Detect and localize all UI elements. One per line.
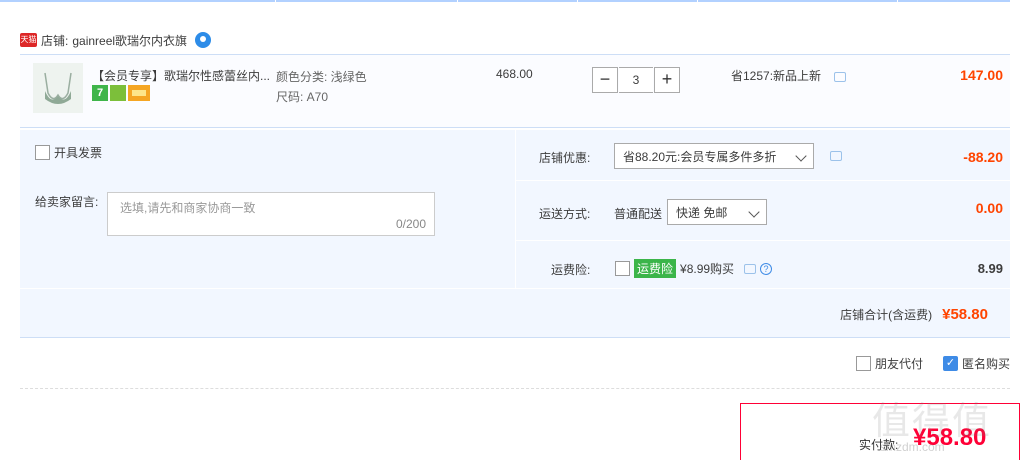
product-thumbnail[interactable] <box>33 63 83 113</box>
shop-total-row: 店铺合计(含运费) ¥58.80 <box>840 306 988 323</box>
shop-name-link[interactable]: gainreel歌瑞尔内衣旗 <box>72 32 187 49</box>
top-border <box>0 0 1010 2</box>
seller-message-field[interactable]: 选填,请先和商家协商一致 0/200 <box>107 192 435 236</box>
qty-plus-button[interactable]: + <box>654 67 680 93</box>
column-divider <box>275 0 276 2</box>
qty-minus-button[interactable]: − <box>592 67 618 93</box>
watermark: 值得值 <box>872 401 993 443</box>
cart-item-row: 【会员专享】歌瑞尔性感蕾丝内... 7 颜色分类: 浅绿色 尺码: A70 46… <box>20 54 1010 128</box>
panel-divider <box>515 180 1010 181</box>
item-promotion: 省1257:新品上新 <box>731 69 822 83</box>
shop-prefix: 店铺: <box>41 33 69 48</box>
panel-divider <box>515 240 1010 241</box>
divider <box>20 388 1010 389</box>
shipping-label: 运送方式: <box>539 207 591 221</box>
column-divider <box>897 0 898 2</box>
insurance-amount: 8.99 <box>977 261 1003 276</box>
sku-color: 颜色分类: 浅绿色 <box>276 70 367 84</box>
discount-value: 省88.20元:会员专属多件多折 <box>623 149 777 164</box>
column-divider <box>577 0 578 2</box>
panel-divider <box>515 130 516 288</box>
invoice-option[interactable]: 开具发票 <box>35 144 102 161</box>
shipping-select[interactable]: 快递 免邮 <box>667 199 767 225</box>
shipping-select-value: 快递 免邮 <box>676 205 728 220</box>
insurance-label: 运费险: <box>551 263 591 277</box>
tmall-icon: 天猫 <box>20 33 37 47</box>
anonymous-label: 匿名购买 <box>961 357 1010 371</box>
message-placeholder: 选填,请先和商家协商一致 <box>120 201 256 215</box>
discount-select[interactable]: 省88.20元:会员专属多件多折 <box>614 143 814 169</box>
comment-icon[interactable] <box>830 151 842 161</box>
qty-input[interactable]: 3 <box>619 67 653 93</box>
unit-price: 468.00 <box>496 67 533 81</box>
payment-options: 朋友代付 ✓ 匿名购买 <box>855 355 1010 372</box>
order-options-panel: 开具发票 给卖家留言: 选填,请先和商家协商一致 0/200 店铺优惠: 省88… <box>20 130 1010 338</box>
sku-size: 尺码: A70 <box>276 90 329 104</box>
message-label: 给卖家留言: <box>35 195 99 209</box>
discount-amount: -88.20 <box>963 149 1003 165</box>
product-title-link[interactable]: 【会员专享】歌瑞尔性感蕾丝内... <box>92 67 272 84</box>
watermark-url: smzdm.com <box>880 440 945 454</box>
message-char-count: 0/200 <box>395 217 426 231</box>
shop-total-label: 店铺合计(含运费) <box>840 308 933 322</box>
checkmark-icon[interactable]: ✓ <box>942 356 958 371</box>
invoice-label: 开具发票 <box>54 146 103 160</box>
shipping-amount: 0.00 <box>975 200 1003 216</box>
shipping-type: 普通配送 <box>614 207 663 221</box>
quantity-stepper: − 3 + <box>592 67 680 93</box>
comment-icon[interactable] <box>744 263 757 274</box>
insurance-price: ¥8.99购买 <box>680 262 735 276</box>
friend-pay-option[interactable]: 朋友代付 <box>855 355 923 372</box>
friend-pay-checkbox[interactable] <box>855 356 871 371</box>
discount-label: 店铺优惠: <box>539 151 591 165</box>
insurance-tag: 运费险 <box>634 259 677 278</box>
service-icons: 7 <box>92 85 150 101</box>
credit-card-icon <box>128 85 150 101</box>
panel-divider <box>20 288 1010 289</box>
shop-total-amount: ¥58.80 <box>942 306 988 323</box>
wangwang-chat-icon[interactable] <box>195 32 212 48</box>
item-subtotal: 147.00 <box>960 67 1003 83</box>
insurance-checkbox[interactable] <box>615 261 630 276</box>
product-sku: 颜色分类: 浅绿色 尺码: A70 <box>276 67 367 107</box>
insurance-option[interactable]: 运费险 ¥8.99购买 ? <box>615 259 773 278</box>
help-icon[interactable]: ? <box>760 262 773 275</box>
friend-pay-label: 朋友代付 <box>874 357 923 371</box>
seven-day-return-icon: 7 <box>92 85 108 101</box>
anonymous-option[interactable]: ✓ 匿名购买 <box>942 355 1010 372</box>
chevron-down-icon <box>795 150 807 162</box>
comment-icon[interactable] <box>834 72 846 82</box>
chevron-down-icon <box>748 206 760 218</box>
column-divider <box>457 0 458 2</box>
invoice-checkbox[interactable] <box>35 145 50 160</box>
guarantee-icon <box>110 85 126 101</box>
shop-header: 天猫 店铺: gainreel歌瑞尔内衣旗 <box>20 30 212 50</box>
column-divider <box>697 0 698 2</box>
